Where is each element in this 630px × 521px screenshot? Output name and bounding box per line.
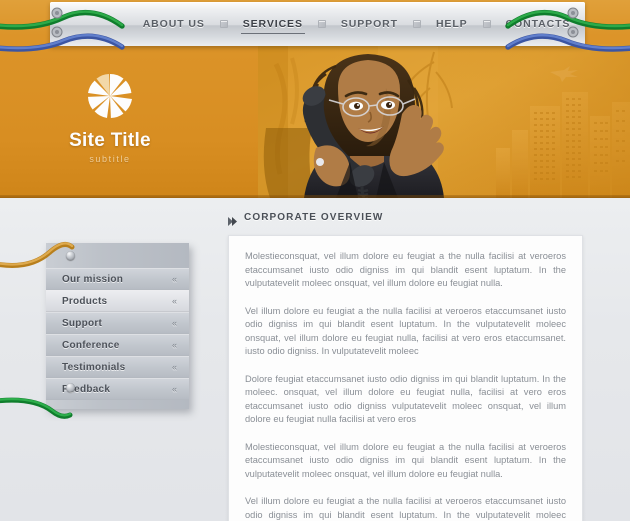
nav-item-help[interactable]: HELP <box>434 15 470 33</box>
sidebar-item-label: Support <box>62 317 103 329</box>
nav-separator-icon <box>482 20 491 28</box>
main-content: CORPORATE OVERVIEW Molestieconsquat, vel… <box>228 212 583 521</box>
sidebar-item-label: Our mission <box>62 273 124 285</box>
double-chevron-left-icon: « <box>171 384 177 394</box>
content-paragraph: Molestieconsquat, vel illum dolore eu fe… <box>245 251 566 288</box>
site-title: Site Title <box>69 130 151 151</box>
sidebar-item-our-mission[interactable]: Our mission « <box>46 268 189 290</box>
screw-icon <box>66 383 75 392</box>
double-chevron-left-icon: « <box>171 362 177 372</box>
sidebar-item-products[interactable]: Products « <box>46 290 189 312</box>
nav-item-services[interactable]: SERVICES <box>240 15 305 34</box>
content-panel: Molestieconsquat, vel illum dolore eu fe… <box>228 235 583 521</box>
screw-icon <box>66 251 75 260</box>
sidebar-item-label: Testimonials <box>62 361 126 373</box>
content-paragraph: Vel illum dolore eu feugiat a the nulla … <box>245 305 566 357</box>
double-chevron-left-icon: « <box>171 296 177 306</box>
double-chevron-left-icon: « <box>171 340 177 350</box>
content-paragraph: Dolore feugiat etaccumsanet iusto odio d… <box>245 373 566 425</box>
sidebar-item-support[interactable]: Support « <box>46 312 189 334</box>
sidebar-item-label: Products <box>62 295 108 307</box>
pinwheel-logo-icon <box>86 72 134 120</box>
sidebar-item-label: Conference <box>62 339 120 351</box>
double-arrow-right-icon <box>228 213 237 226</box>
hero-photo-illustration <box>258 44 630 198</box>
nav-item-contacts[interactable]: CONTACTS <box>504 15 573 33</box>
site-subtitle: subtitle <box>89 154 131 164</box>
sidebar-item-conference[interactable]: Conference « <box>46 334 189 356</box>
sidebar-item-label: Feedback <box>62 383 111 395</box>
sidebar-item-testimonials[interactable]: Testimonials « <box>46 356 189 378</box>
nav-separator-icon <box>317 20 326 28</box>
content-paragraph: Molestieconsquat, vel illum dolore eu fe… <box>245 441 566 479</box>
sidebar-menu: Our mission « Products « Support « Conference «… <box>46 268 189 400</box>
sidebar-top-strip <box>46 243 189 268</box>
nav-item-about-us[interactable]: ABOUT US <box>141 15 207 33</box>
paragraph-text: Vel illum dolore eu feugiat a the nulla … <box>245 496 566 520</box>
sidebar-panel: Our mission « Products « Support « Conference «… <box>46 243 189 409</box>
nav-separator-icon <box>412 20 421 28</box>
site-logo-block[interactable]: Site Title subtitle <box>60 72 160 164</box>
page-root: Site Title subtitle ABOUT US SERVICES SUPP… <box>0 0 630 521</box>
section-heading: CORPORATE OVERVIEW <box>228 212 583 226</box>
hero-photo <box>258 44 630 198</box>
main-navigation: ABOUT US SERVICES SUPPORT HELP CONTACTS <box>50 2 585 46</box>
double-chevron-left-icon: « <box>171 318 177 328</box>
nav-separator-icon <box>219 20 228 28</box>
nav-item-support[interactable]: SUPPORT <box>339 15 400 33</box>
nav-item-list: ABOUT US SERVICES SUPPORT HELP CONTACTS <box>50 2 585 46</box>
double-chevron-left-icon: « <box>171 274 177 284</box>
page-title: CORPORATE OVERVIEW <box>244 212 384 223</box>
content-paragraph: Vel illum dolore eu feugiat a the nulla … <box>245 495 566 521</box>
